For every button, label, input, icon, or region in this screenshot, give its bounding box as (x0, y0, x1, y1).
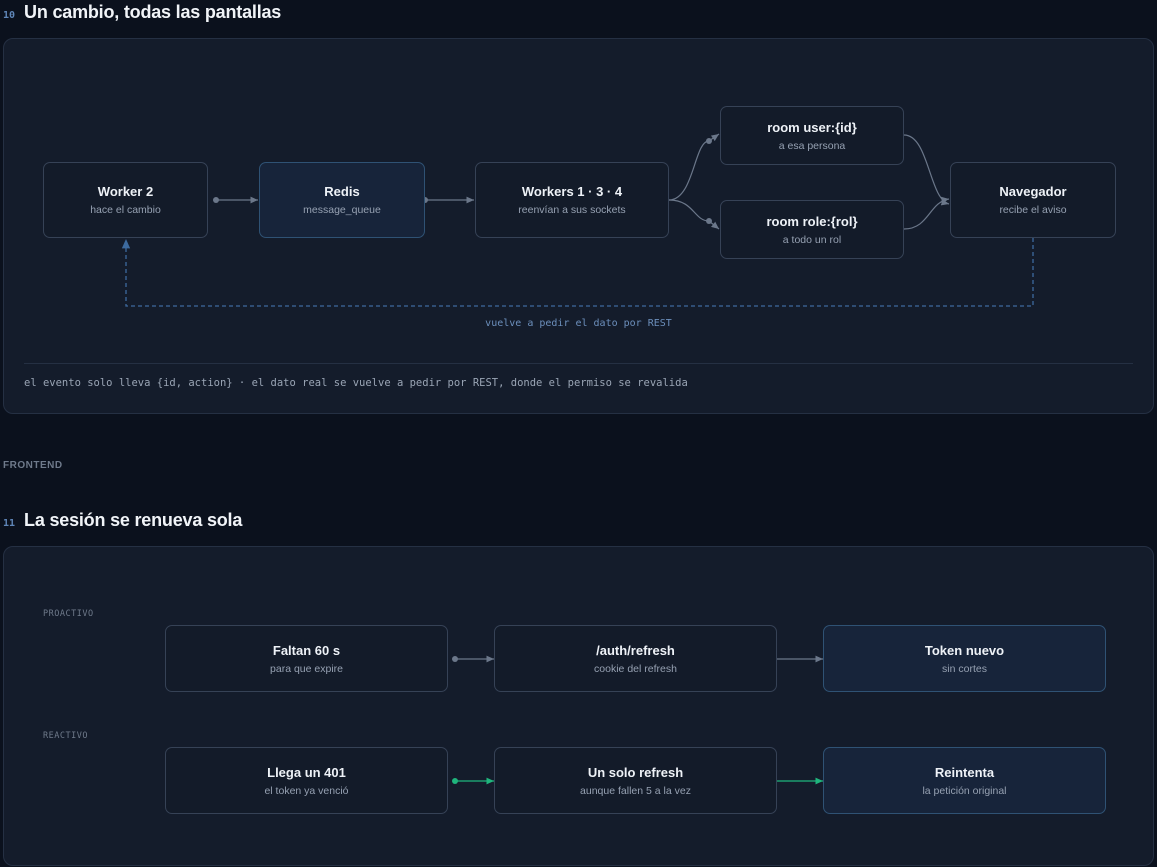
section-title: Un cambio, todas las pantallas (24, 2, 282, 22)
node-title: room user:{id} (767, 119, 857, 135)
node-subtitle: sin cortes (942, 662, 987, 675)
group-label-frontend: FRONTEND (3, 460, 63, 471)
node-expiry-countdown: Faltan 60 s para que expire (165, 625, 448, 692)
node-auth-refresh: /auth/refresh cookie del refresh (494, 625, 777, 692)
node-title: Reintenta (934, 764, 995, 780)
connector-worker-to-redis (213, 196, 258, 204)
node-title: Un solo refresh (587, 764, 684, 780)
node-room-role: room role:{rol} a todo un rol (720, 200, 904, 259)
connector-workers-to-room-role (668, 199, 720, 230)
node-subtitle: hace el cambio (90, 204, 161, 216)
divider (24, 363, 1133, 364)
node-title: Workers 1 · 3 · 4 (521, 184, 623, 199)
node-subtitle: para que expire (270, 662, 343, 675)
node-subtitle: la petición original (922, 784, 1007, 797)
section-number: 10 (3, 10, 16, 21)
node-single-refresh: Un solo refresh aunque fallen 5 a la vez (494, 747, 777, 814)
node-browser: Navegador recibe el aviso (950, 162, 1116, 238)
node-subtitle: a todo un rol (782, 233, 842, 246)
node-401-received: Llega un 401 el token ya venció (165, 747, 448, 814)
node-title: room role:{rol} (766, 213, 858, 229)
connector-proactive-1 (452, 655, 494, 663)
node-workers-1-3-4: Workers 1 · 3 · 4 reenvían a sus sockets (475, 162, 669, 238)
node-title: /auth/refresh (596, 642, 675, 658)
loop-label: vuelve a pedir el dato por REST (485, 318, 672, 329)
node-subtitle: recibe el aviso (999, 204, 1067, 216)
node-subtitle: a esa persona (778, 139, 846, 152)
node-title: Redis (324, 184, 360, 199)
node-subtitle: el token ya venció (264, 784, 349, 797)
node-subtitle: aunque fallen 5 a la vez (580, 784, 691, 797)
connector-room-user-to-browser (903, 134, 950, 206)
node-room-user: room user:{id} a esa persona (720, 106, 904, 165)
footnote: el evento solo lleva {id, action} · el d… (24, 377, 688, 389)
node-retry: Reintenta la petición original (823, 747, 1106, 814)
section-number: 11 (3, 518, 16, 529)
node-title: Faltan 60 s (272, 642, 341, 658)
node-title: Llega un 401 (267, 764, 346, 780)
session-refresh-panel: PROACTIVO Faltan 60 s para que expire /a… (3, 546, 1154, 866)
section-10-header: 10 Un cambio, todas las pantallas (3, 2, 281, 23)
node-subtitle: message_queue (303, 204, 381, 216)
node-subtitle: cookie del refresh (594, 662, 677, 675)
node-redis: Redis message_queue (259, 162, 425, 238)
session-refresh-connectors (452, 655, 823, 785)
section-title: La sesión se renueva sola (24, 510, 243, 530)
connector-reactive-1 (452, 777, 494, 785)
row-label-reactive: REACTIVO (43, 731, 88, 741)
node-worker-2: Worker 2 hace el cambio (43, 162, 208, 238)
section-11-header: 11 La sesión se renueva sola (3, 510, 242, 531)
row-label-proactive: PROACTIVO (43, 609, 94, 619)
connector-room-role-to-browser (903, 196, 950, 230)
node-new-token: Token nuevo sin cortes (823, 625, 1106, 692)
node-subtitle: reenvían a sus sockets (518, 204, 626, 216)
node-title: Worker 2 (97, 184, 154, 199)
realtime-diagram-panel: Worker 2 hace el cambio Redis message_qu… (3, 38, 1154, 414)
node-title: Token nuevo (924, 642, 1005, 658)
connector-redis-to-workers (422, 196, 474, 204)
connector-workers-to-room-user (668, 133, 720, 201)
node-title: Navegador (999, 184, 1067, 199)
